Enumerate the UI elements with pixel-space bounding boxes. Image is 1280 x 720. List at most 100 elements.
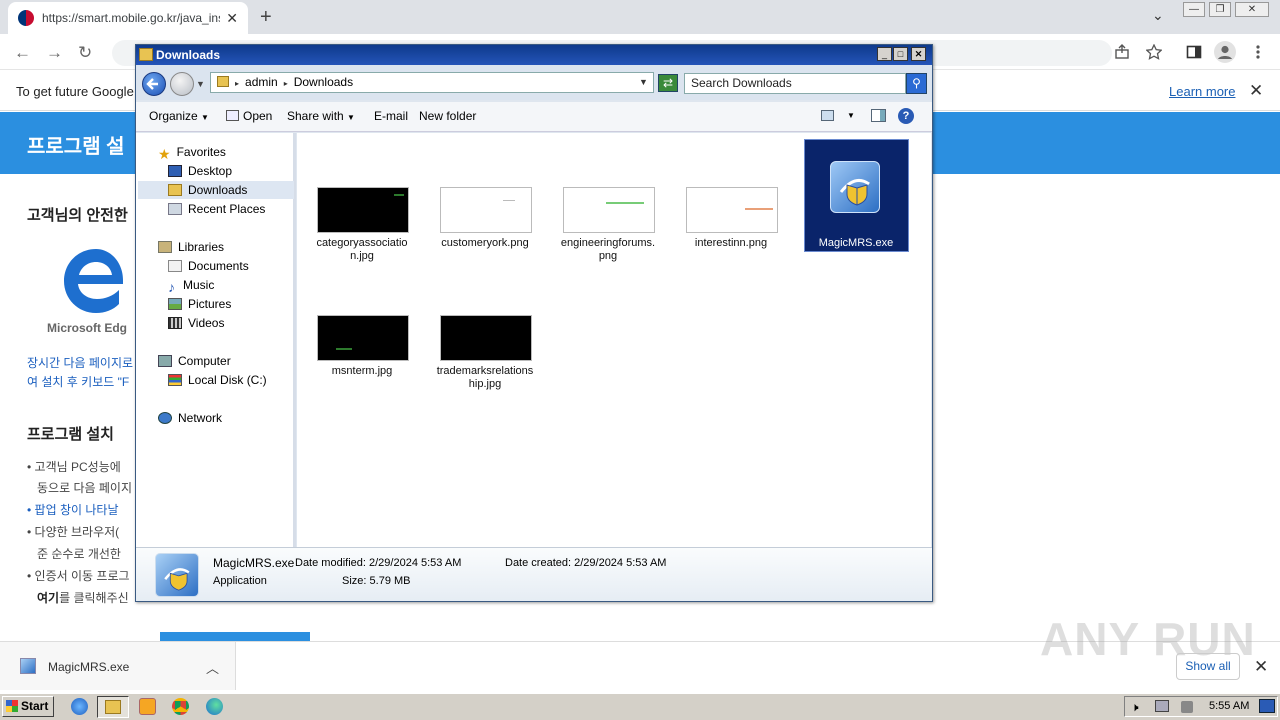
installer-shield-icon[interactable] [830, 161, 880, 213]
breadcrumb-admin[interactable]: admin [245, 75, 278, 89]
bullet-text: • 팝업 창이 나타날 [27, 503, 119, 517]
search-input[interactable]: Search Downloads [684, 73, 906, 94]
recent-places-icon [168, 203, 182, 215]
browser-tab[interactable]: https://smart.mobile.go.kr/java_inst ✕ [8, 2, 248, 34]
nav-libraries[interactable]: Libraries [158, 240, 224, 254]
nav-network[interactable]: Network [158, 411, 222, 425]
action-center-icon[interactable] [1181, 701, 1193, 713]
music-icon: ♪ [168, 279, 175, 295]
change-view-icon[interactable] [821, 110, 834, 121]
file-name[interactable]: msnterm.jpg [307, 365, 417, 378]
reload-icon[interactable]: ↻ [78, 43, 92, 63]
explorer-maximize-button[interactable]: □ [893, 47, 908, 61]
nav-videos[interactable]: Videos [168, 316, 224, 330]
learn-more-link[interactable]: Learn more [1169, 84, 1235, 99]
preview-pane-icon[interactable] [871, 109, 886, 122]
network-tray-icon[interactable] [1155, 700, 1169, 712]
file-name[interactable]: MagicMRS.exe [801, 237, 911, 250]
file-thumbnail[interactable] [440, 187, 532, 233]
star-icon: ★ [158, 146, 171, 162]
details-size: Size: 5.79 MB [342, 575, 411, 587]
nav-recent-places[interactable]: Recent Places [168, 202, 265, 216]
file-thumbnail[interactable] [563, 187, 655, 233]
nav-documents[interactable]: Documents [168, 259, 249, 273]
forward-icon[interactable]: → [46, 43, 63, 63]
download-shelf-close-icon[interactable]: ✕ [1254, 657, 1268, 677]
address-dropdown-icon[interactable]: ▼ [639, 73, 648, 92]
bookmark-star-icon[interactable] [1146, 44, 1162, 60]
tab-title: https://smart.mobile.go.kr/java_inst [42, 11, 221, 25]
breadcrumb-downloads[interactable]: Downloads [294, 75, 353, 89]
folder-icon [217, 76, 229, 87]
show-desktop-icon[interactable] [1259, 699, 1275, 713]
browser-minimize-button[interactable]: — [1183, 2, 1205, 17]
nav-pictures[interactable]: Pictures [168, 297, 231, 311]
refresh-icon[interactable]: ⇄ [658, 74, 678, 92]
download-options-chevron-icon[interactable]: ︿ [206, 658, 219, 677]
nav-favorites[interactable]: ★ Favorites [158, 145, 226, 162]
chrome-icon[interactable] [172, 698, 189, 715]
clock[interactable]: 5:55 AM [1209, 700, 1249, 712]
internet-explorer-icon[interactable] [71, 698, 88, 715]
computer-icon [158, 355, 172, 367]
libraries-icon [158, 241, 172, 253]
nav-local-disk[interactable]: Local Disk (C:) [168, 373, 267, 387]
tab-close-icon[interactable]: ✕ [226, 10, 238, 27]
download-file-name[interactable]: MagicMRS.exe [48, 660, 129, 674]
back-icon[interactable]: ← [14, 43, 31, 63]
help-icon[interactable]: ? [898, 108, 914, 124]
info-bar-close-icon[interactable]: ✕ [1249, 81, 1263, 101]
open-button[interactable]: Open [226, 109, 272, 123]
nav-music[interactable]: ♪ Music [168, 278, 214, 295]
edge-label: Microsoft Edg [47, 321, 127, 335]
nav-desktop[interactable]: Desktop [168, 164, 232, 178]
nav-computer[interactable]: Computer [158, 354, 231, 368]
file-thumbnail[interactable] [317, 187, 409, 233]
view-dropdown-icon[interactable]: ▼ [847, 111, 855, 120]
menu-kebab-icon[interactable] [1250, 44, 1266, 60]
details-date-modified: Date modified: 2/29/2024 5:53 AM [295, 557, 462, 569]
open-icon [226, 110, 239, 121]
section-heading: 고객님의 안전한 [27, 207, 128, 224]
file-name[interactable]: trademarksrelations hip.jpg [430, 365, 540, 391]
explorer-back-button[interactable] [142, 72, 166, 96]
explorer-close-button[interactable]: ✕ [911, 47, 926, 61]
file-name[interactable]: categoryassociatio n.jpg [307, 237, 417, 263]
file-name[interactable]: customeryork.png [430, 237, 540, 250]
organize-menu[interactable]: Organize ▼ [149, 109, 209, 123]
email-button[interactable]: E-mail [374, 109, 408, 123]
taskbar-explorer-active[interactable] [97, 696, 129, 718]
file-thumbnail[interactable] [317, 315, 409, 361]
documents-icon [168, 260, 182, 272]
browser-restore-button[interactable]: ❐ [1209, 2, 1231, 17]
edge-icon[interactable] [206, 698, 223, 715]
media-player-icon[interactable] [139, 698, 156, 715]
tab-search-chevron-icon[interactable]: ⌄ [1152, 7, 1164, 24]
file-name[interactable]: engineeringforums. png [553, 237, 663, 263]
show-all-button[interactable]: Show all [1176, 653, 1240, 680]
videos-icon [168, 317, 182, 329]
edge-logo-icon[interactable] [60, 245, 132, 317]
explorer-address-bar[interactable]: ▸ admin ▸ Downloads ▼ [210, 72, 654, 93]
bullet-text: • 고객님 PC성능에 [27, 460, 121, 474]
explorer-forward-button[interactable] [170, 72, 194, 96]
profile-avatar-icon[interactable] [1214, 41, 1236, 63]
file-thumbnail[interactable] [440, 315, 532, 361]
recent-pages-chevron-icon[interactable]: ▼ [196, 79, 205, 89]
here-link[interactable]: 여기 [37, 591, 59, 605]
file-name[interactable]: interestinn.png [676, 237, 786, 250]
file-thumbnail[interactable] [686, 187, 778, 233]
new-tab-button[interactable]: + [260, 6, 272, 29]
share-with-menu[interactable]: Share with ▼ [287, 109, 355, 123]
explorer-minimize-button[interactable]: _ [877, 47, 892, 61]
side-panel-icon[interactable] [1186, 44, 1202, 60]
share-icon[interactable] [1114, 44, 1130, 60]
site-favicon-icon [18, 10, 34, 26]
folder-icon [139, 48, 153, 61]
search-icon[interactable]: ⚲ [906, 73, 927, 94]
new-folder-button[interactable]: New folder [419, 109, 476, 123]
bullet-text: 여기를 클릭해주신 [37, 591, 129, 605]
browser-close-button[interactable]: ✕ [1235, 2, 1269, 17]
volume-icon[interactable]: 🕨 [1131, 700, 1139, 715]
nav-downloads[interactable]: Downloads [168, 183, 247, 197]
